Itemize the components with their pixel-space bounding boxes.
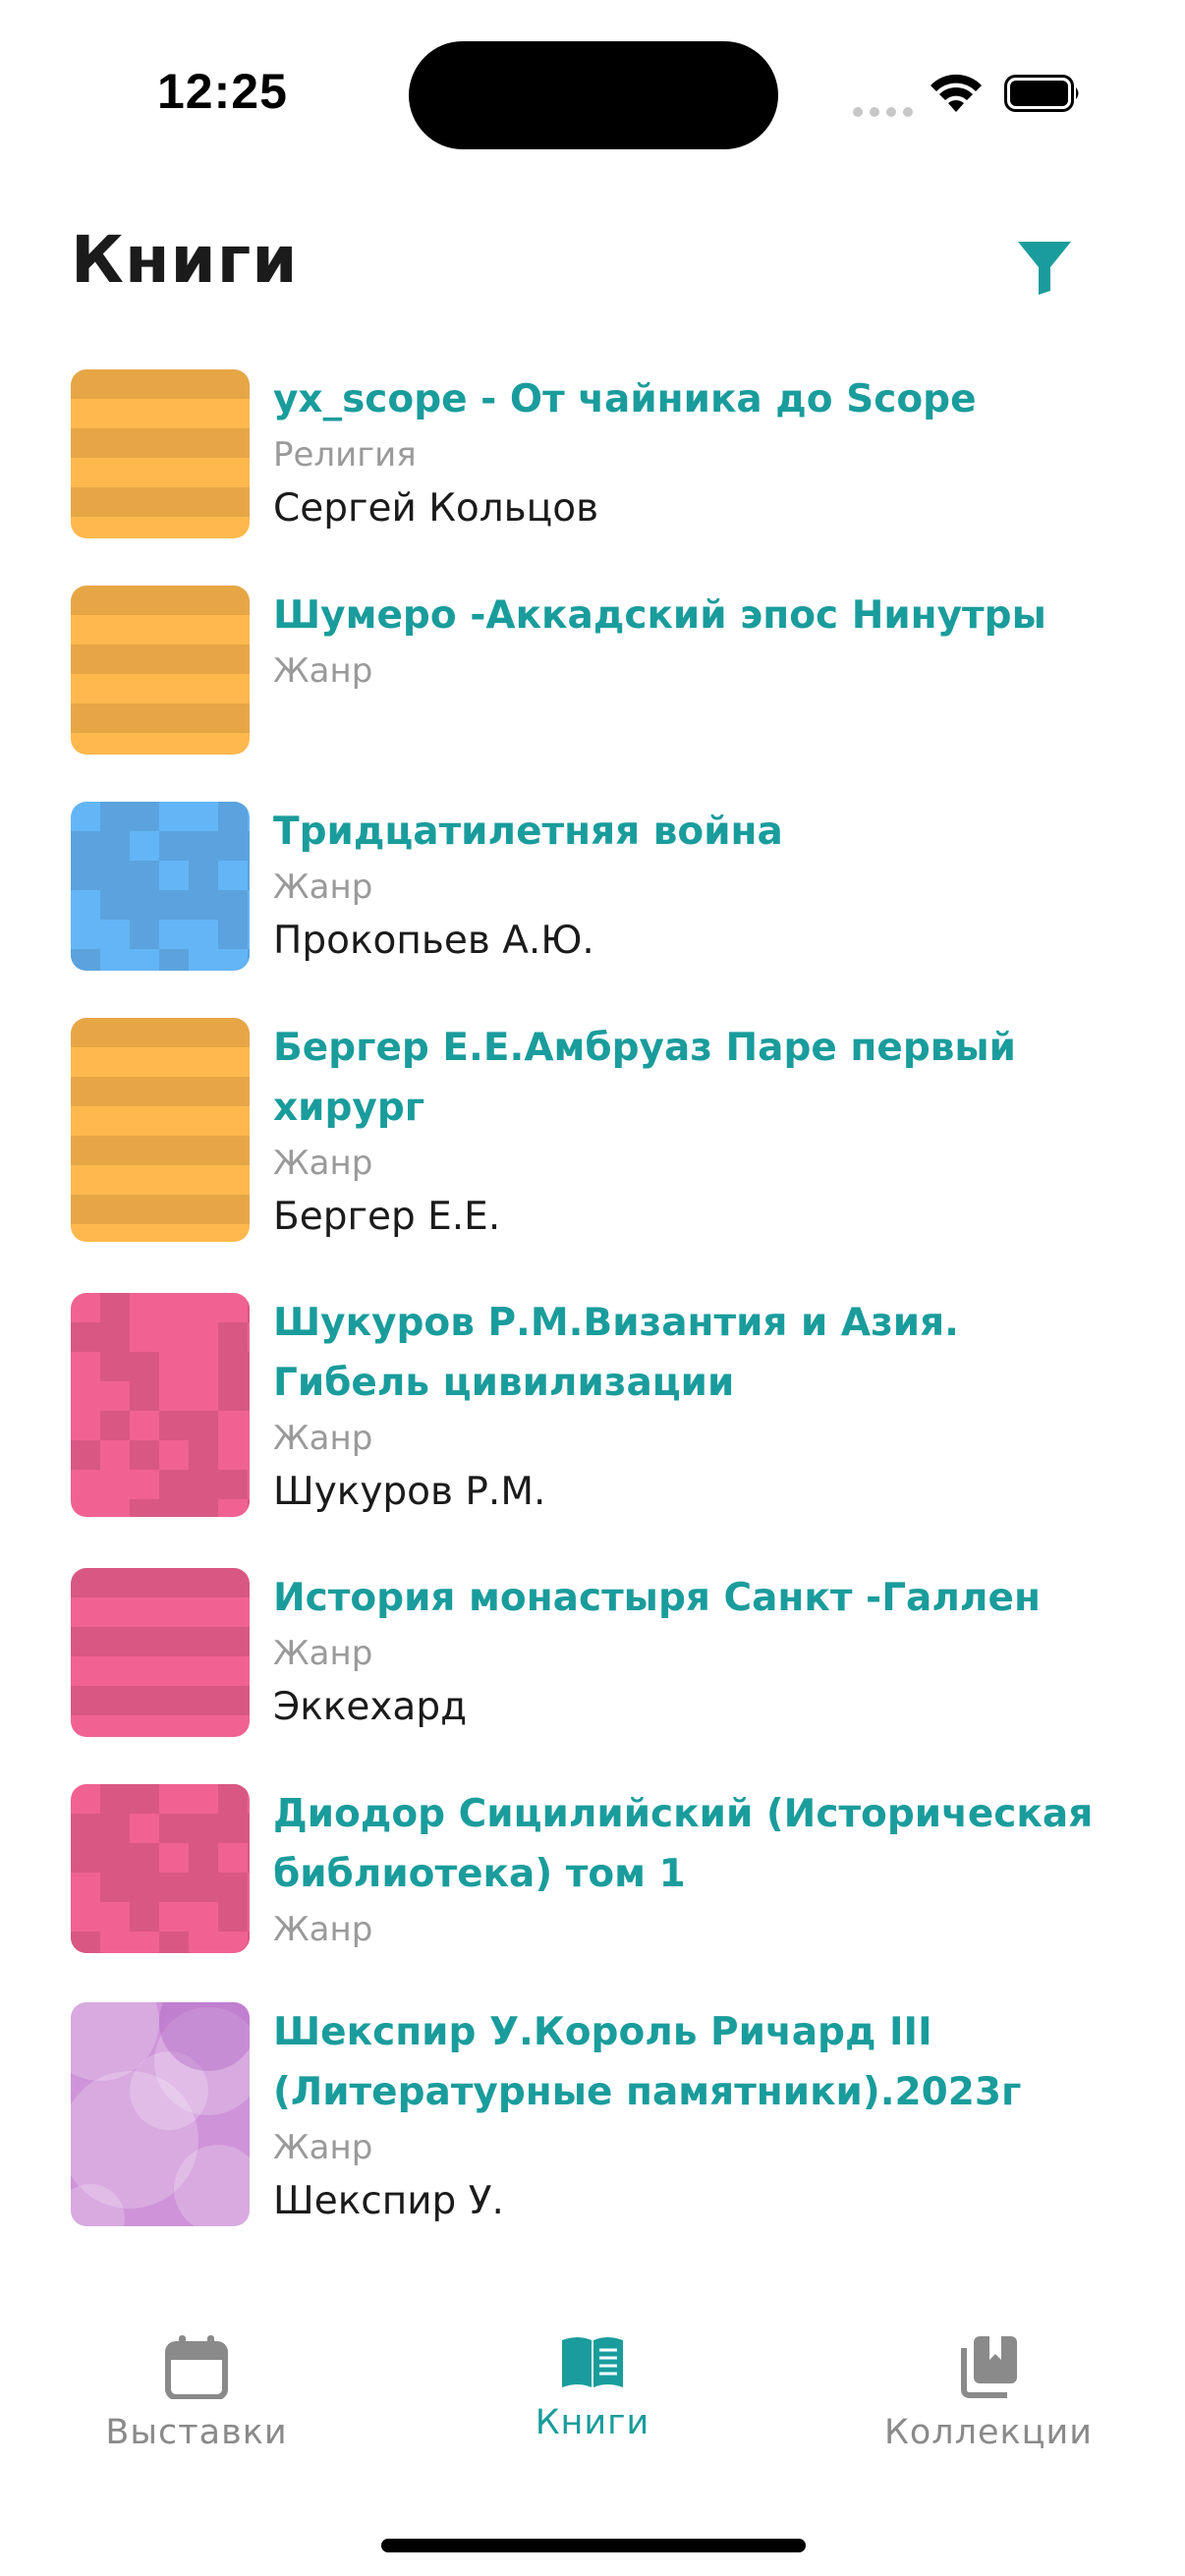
book-author: Эккехард: [273, 1685, 468, 1729]
book-cover-image: [71, 586, 250, 755]
book-title: Тридцатилетняя война: [273, 810, 783, 854]
book-cover-art: [71, 586, 250, 755]
book-cover-image: [71, 1293, 250, 1517]
book-list: yx_scope - От чайника до Scope Религия Сер…: [0, 369, 1185, 2277]
book-author: Шукуров Р.М.: [273, 1470, 546, 1514]
book-author: Прокопьев А.Ю.: [273, 919, 594, 963]
book-info: yx_scope - От чайника до Scope Религия Сер…: [273, 369, 1118, 538]
book-cover-art: [71, 802, 250, 971]
book-cover-image: [71, 1018, 250, 1242]
book-item[interactable]: yx_scope - От чайника до Scope Религия Сер…: [0, 369, 1185, 538]
book-genre: Жанр: [273, 1419, 373, 1458]
book-author: Бергер Е.Е.: [273, 1195, 501, 1239]
book-cover-image: [71, 2002, 250, 2226]
book-genre: Жанр: [273, 1910, 373, 1949]
book-author: Сергей Кольцов: [273, 486, 599, 531]
book-cover-art: [71, 1293, 250, 1517]
wifi-icon: [931, 74, 982, 112]
tab-books[interactable]: Книги: [445, 2309, 740, 2442]
book-title: Бергер Е.Е.Амбруаз Паре первый хирург: [273, 1026, 1017, 1130]
cellular-signal-icon: [853, 102, 920, 121]
book-cover-image: [71, 1568, 250, 1737]
book-genre: Религия: [273, 435, 417, 475]
status-bar: 12:25: [0, 0, 1185, 187]
book-author: Шекспир У.: [273, 2179, 504, 2223]
book-cover-art: [71, 2002, 250, 2226]
open-book-icon: [562, 2337, 623, 2387]
dynamic-island: [409, 41, 778, 149]
tab-collections[interactable]: Коллекции: [841, 2309, 1136, 2452]
filter-icon[interactable]: [1016, 238, 1073, 297]
book-genre: Жанр: [273, 868, 373, 907]
book-item[interactable]: Тридцатилетняя война Жанр Прокопьев А.Ю.: [0, 802, 1185, 971]
book-title: История монастыря Санкт -Галлен: [273, 1576, 1041, 1620]
book-item[interactable]: Шекспир У.Король Ричард III (Литературны…: [0, 2002, 1185, 2230]
book-info: Бергер Е.Е.Амбруаз Паре первый хирург Жан…: [273, 1018, 1118, 1246]
book-item[interactable]: Шумеро -Аккадский эпос Нинутры Жанр: [0, 586, 1185, 755]
tab-exhibitions-label: Выставки: [105, 2413, 288, 2452]
book-cover-image: [71, 1784, 250, 1953]
home-indicator: [381, 2539, 806, 2552]
book-title: yx_scope - От чайника до Scope: [273, 377, 977, 421]
book-cover-image: [71, 369, 250, 538]
book-title: Диодор Сицилийский (Историческая библиот…: [273, 1792, 1094, 1896]
book-info: Шумеро -Аккадский эпос Нинутры Жанр: [273, 586, 1118, 755]
book-title: Шумеро -Аккадский эпос Нинутры: [273, 593, 1046, 638]
page-header: Книги: [0, 216, 1185, 334]
book-item[interactable]: Шукуров Р.М.Византия и Азия. Гибель циви…: [0, 1293, 1185, 1521]
book-title: Шукуров Р.М.Византия и Азия. Гибель циви…: [273, 1301, 959, 1405]
book-info: Тридцатилетняя война Жанр Прокопьев А.Ю.: [273, 802, 1118, 971]
book-cover-art: [71, 1568, 250, 1737]
book-cover-image: [71, 802, 250, 971]
book-cover-art: [71, 1018, 250, 1242]
page-title: Книги: [71, 222, 299, 298]
tab-collections-label: Коллекции: [884, 2413, 1093, 2452]
tab-bar: Выставки Книги Коллекции: [0, 2309, 1185, 2576]
book-info: Диодор Сицилийский (Историческая библиот…: [273, 1784, 1118, 1955]
book-info: Шекспир У.Король Ричард III (Литературны…: [273, 2002, 1118, 2230]
calendar-icon: [165, 2335, 228, 2399]
book-genre: Жанр: [273, 1144, 373, 1183]
book-info: Шукуров Р.М.Византия и Азия. Гибель циви…: [273, 1293, 1118, 1521]
book-cover-art: [71, 1784, 250, 1953]
battery-icon: [1004, 75, 1079, 112]
tab-exhibitions[interactable]: Выставки: [49, 2309, 344, 2452]
book-genre: Жанр: [273, 651, 373, 691]
book-genre: Жанр: [273, 1634, 373, 1673]
book-item[interactable]: Бергер Е.Е.Амбруаз Паре первый хирург Жан…: [0, 1018, 1185, 1246]
book-cover-art: [71, 369, 250, 538]
status-time: 12:25: [157, 64, 288, 119]
book-title: Шекспир У.Король Ричард III (Литературны…: [273, 2010, 1022, 2114]
book-item[interactable]: История монастыря Санкт -Галлен Жанр Эккех…: [0, 1568, 1185, 1737]
collection-icon: [961, 2336, 1017, 2398]
book-item[interactable]: Диодор Сицилийский (Историческая библиот…: [0, 1784, 1185, 1955]
book-genre: Жанр: [273, 2128, 373, 2167]
book-info: История монастыря Санкт -Галлен Жанр Эккех…: [273, 1568, 1118, 1737]
tab-books-label: Книги: [535, 2403, 650, 2442]
